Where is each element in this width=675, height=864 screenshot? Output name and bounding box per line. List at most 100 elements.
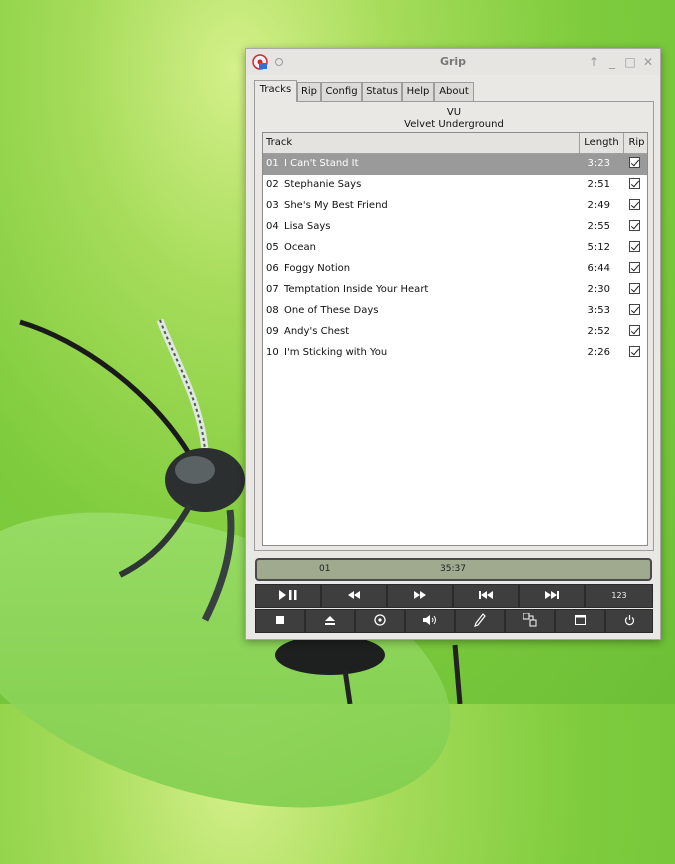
track-length: 2:26 bbox=[587, 347, 610, 358]
tab-config[interactable]: Config bbox=[321, 82, 362, 101]
play-time: 35:37 bbox=[440, 564, 466, 574]
close-icon[interactable]: ✕ bbox=[639, 53, 657, 71]
track-row[interactable]: 09 Andy's Chest 2:52 bbox=[263, 322, 647, 343]
track-number: 02 bbox=[266, 179, 279, 190]
track-number: 06 bbox=[266, 263, 279, 274]
track-row[interactable]: 01 I Can't Stand It 3:23 bbox=[263, 154, 647, 175]
track-name: Ocean bbox=[284, 242, 316, 253]
discdb-button[interactable] bbox=[505, 609, 555, 633]
rip-checkbox[interactable] bbox=[629, 283, 640, 294]
track-number: 08 bbox=[266, 305, 279, 316]
grip-window: Grip ↑ _ □ ✕ Tracks Rip Config Status He… bbox=[245, 48, 661, 640]
fast-forward-button[interactable] bbox=[387, 584, 453, 608]
track-numbers-icon: 123 bbox=[611, 591, 627, 600]
track-number: 01 bbox=[266, 158, 279, 169]
play-pause-button[interactable] bbox=[255, 584, 321, 608]
stop-icon bbox=[276, 616, 284, 624]
disc-artist: Velvet Underground bbox=[404, 119, 504, 130]
track-length: 5:12 bbox=[587, 242, 610, 253]
track-number: 10 bbox=[266, 347, 279, 358]
minimize-icon[interactable]: _ bbox=[603, 53, 621, 71]
rip-checkbox[interactable] bbox=[629, 262, 640, 273]
track-list[interactable]: Track Length Rip 01 I Can't Stand It 3:23 0… bbox=[262, 132, 648, 546]
column-header-length[interactable]: Length bbox=[580, 133, 624, 153]
record-icon bbox=[374, 614, 386, 626]
status-display: 01 35:37 bbox=[255, 558, 652, 581]
track-row[interactable]: 03 She's My Best Friend 2:49 bbox=[263, 196, 647, 217]
current-track-number: 01 bbox=[319, 564, 331, 574]
track-name: Stephanie Says bbox=[284, 179, 362, 190]
discdb-icon bbox=[522, 612, 537, 627]
track-number: 05 bbox=[266, 242, 279, 253]
power-icon bbox=[624, 614, 634, 625]
disc-title: VU Velvet Underground bbox=[255, 107, 653, 131]
rewind-icon bbox=[348, 591, 360, 599]
volume-button[interactable] bbox=[405, 609, 455, 633]
track-row[interactable]: 07 Temptation Inside Your Heart 2:30 bbox=[263, 280, 647, 301]
rewind-button[interactable] bbox=[321, 584, 387, 608]
rip-checkbox[interactable] bbox=[629, 325, 640, 336]
track-number: 09 bbox=[266, 326, 279, 337]
tab-status[interactable]: Status bbox=[362, 82, 402, 101]
track-length: 2:52 bbox=[587, 326, 610, 337]
track-row[interactable]: 04 Lisa Says 2:55 bbox=[263, 217, 647, 238]
track-name: Lisa Says bbox=[284, 221, 331, 232]
track-row[interactable]: 02 Stephanie Says 2:51 bbox=[263, 175, 647, 196]
edit-button[interactable] bbox=[455, 609, 505, 633]
tracks-panel: VU Velvet Underground Track Length Rip 0… bbox=[254, 101, 654, 551]
maximize-icon[interactable]: □ bbox=[621, 53, 639, 71]
track-name: She's My Best Friend bbox=[284, 200, 388, 211]
fast-forward-icon bbox=[414, 591, 426, 599]
eject-icon bbox=[325, 615, 335, 625]
track-row[interactable]: 06 Foggy Notion 6:44 bbox=[263, 259, 647, 280]
track-row[interactable]: 05 Ocean 5:12 bbox=[263, 238, 647, 259]
track-row[interactable]: 08 One of These Days 3:53 bbox=[263, 301, 647, 322]
rip-checkbox[interactable] bbox=[629, 346, 640, 357]
record-button[interactable] bbox=[355, 609, 405, 633]
title-bar[interactable]: Grip ↑ _ □ ✕ bbox=[246, 49, 660, 75]
rip-checkbox[interactable] bbox=[629, 304, 640, 315]
rip-checkbox[interactable] bbox=[629, 157, 640, 168]
track-name: Foggy Notion bbox=[284, 263, 351, 274]
track-name: I'm Sticking with You bbox=[284, 347, 388, 358]
track-number: 07 bbox=[266, 284, 279, 295]
rip-checkbox[interactable] bbox=[629, 220, 640, 231]
eject-button[interactable] bbox=[305, 609, 355, 633]
stop-button[interactable] bbox=[255, 609, 305, 633]
rip-checkbox[interactable] bbox=[629, 241, 640, 252]
track-name: Andy's Chest bbox=[284, 326, 350, 337]
next-track-button[interactable] bbox=[519, 584, 585, 608]
tab-rip[interactable]: Rip bbox=[297, 82, 321, 101]
track-row[interactable]: 10 I'm Sticking with You 2:26 bbox=[263, 343, 647, 364]
track-length: 6:44 bbox=[587, 263, 610, 274]
tab-help[interactable]: Help bbox=[402, 82, 434, 101]
control-row-2 bbox=[255, 609, 653, 633]
rip-checkbox[interactable] bbox=[629, 199, 640, 210]
track-number: 04 bbox=[266, 221, 279, 232]
tab-about[interactable]: About bbox=[434, 82, 474, 101]
volume-icon bbox=[423, 615, 436, 625]
track-length: 2:51 bbox=[587, 179, 610, 190]
disc-artist-short: VU bbox=[446, 107, 462, 118]
track-numbers-button[interactable]: 123 bbox=[585, 584, 653, 608]
track-length: 2:30 bbox=[587, 284, 610, 295]
column-header-track[interactable]: Track bbox=[263, 133, 580, 153]
track-length: 2:55 bbox=[587, 221, 610, 232]
column-header-rip[interactable]: Rip bbox=[624, 133, 647, 153]
tab-tracks[interactable]: Tracks bbox=[254, 80, 297, 102]
previous-track-button[interactable] bbox=[453, 584, 519, 608]
track-length: 3:23 bbox=[587, 158, 610, 169]
track-length: 3:53 bbox=[587, 305, 610, 316]
shade-up-icon[interactable]: ↑ bbox=[585, 53, 603, 71]
power-button[interactable] bbox=[605, 609, 653, 633]
edit-icon bbox=[474, 613, 486, 627]
rip-checkbox[interactable] bbox=[629, 178, 640, 189]
track-list-header: Track Length Rip bbox=[263, 133, 647, 154]
track-name: I Can't Stand It bbox=[284, 158, 359, 169]
previous-track-icon bbox=[479, 591, 493, 599]
track-name: Temptation Inside Your Heart bbox=[284, 284, 429, 295]
next-track-icon bbox=[545, 591, 559, 599]
play-pause-icon bbox=[279, 590, 297, 600]
track-length: 2:49 bbox=[587, 200, 610, 211]
window-button[interactable] bbox=[555, 609, 605, 633]
